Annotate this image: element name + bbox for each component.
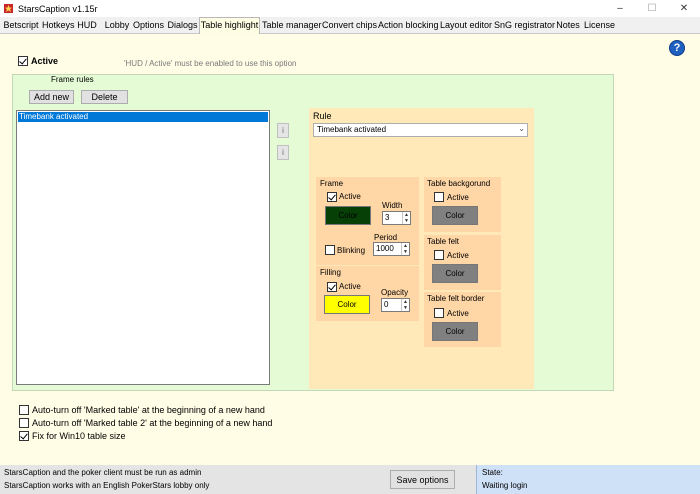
- close-icon: ✕: [679, 3, 689, 14]
- tab-layout-editor[interactable]: Layout editor: [440, 18, 492, 33]
- frame-color-button[interactable]: Color: [325, 206, 371, 225]
- rules-listbox[interactable]: Timebank activated: [16, 110, 270, 385]
- minimize-button[interactable]: –: [604, 0, 636, 17]
- option-checkbox[interactable]: [19, 431, 29, 441]
- active-checkbox[interactable]: [18, 56, 28, 66]
- status-line-1: StarsCaption and the poker client must b…: [4, 468, 202, 477]
- table-felt-border-title: Table felt border: [427, 294, 485, 303]
- frame-period-stepper[interactable]: 1000 ▲ ▼: [373, 242, 410, 256]
- minimize-icon: –: [617, 3, 623, 14]
- chevron-down-icon: ⌄: [518, 124, 525, 133]
- filling-title: Filling: [320, 268, 341, 277]
- spin-down-icon[interactable]: ▼: [402, 305, 409, 311]
- tab-convert-chips[interactable]: Convert chips: [322, 18, 377, 33]
- filling-opacity-label: Opacity: [381, 288, 409, 297]
- option-checkbox[interactable]: [19, 418, 29, 428]
- frame-active-checkbox[interactable]: [327, 192, 337, 202]
- spin-down-icon[interactable]: ▼: [403, 218, 410, 224]
- state-value: Waiting login: [482, 481, 528, 490]
- frame-active-label: Active: [339, 192, 361, 201]
- table-felt-border-color-button[interactable]: Color: [432, 322, 478, 341]
- tab-sng-registrator[interactable]: SnG registrator: [494, 18, 555, 33]
- title-bar: StarsCaption v1.15r – ☐ ✕: [0, 0, 700, 17]
- table-felt-border-active-checkbox[interactable]: [434, 308, 444, 318]
- filling-opacity-value: 0: [384, 300, 389, 309]
- tab-bar: Betscript Hotkeys HUD Lobby Options Dial…: [0, 17, 700, 34]
- active-hint: 'HUD / Active' must be enabled to use th…: [124, 59, 297, 68]
- table-felt-active-label: Active: [447, 251, 469, 260]
- frame-rules-label: Frame rules: [51, 75, 94, 84]
- list-item[interactable]: Timebank activated: [18, 112, 268, 122]
- tab-options[interactable]: Options: [132, 18, 165, 33]
- delete-button[interactable]: Delete: [81, 90, 128, 104]
- app-icon: [4, 4, 13, 13]
- maximize-icon: ☐: [647, 3, 657, 14]
- state-label: State:: [482, 468, 503, 477]
- frame-blinking-checkbox[interactable]: [325, 245, 335, 255]
- table-felt-color-button[interactable]: Color: [432, 264, 478, 283]
- table-background-active-label: Active: [447, 193, 469, 202]
- table-felt-border-active-label: Active: [447, 309, 469, 318]
- save-options-button[interactable]: Save options: [390, 470, 455, 489]
- rule-label: Rule: [313, 111, 332, 121]
- tab-lobby[interactable]: Lobby: [104, 18, 130, 33]
- table-background-color-button[interactable]: Color: [432, 206, 478, 225]
- status-bar: StarsCaption and the poker client must b…: [0, 465, 700, 494]
- tab-table-manager[interactable]: Table manager: [262, 18, 322, 33]
- tab-license[interactable]: License: [584, 18, 615, 33]
- move-down-icon: i: [282, 148, 284, 157]
- frame-title: Frame: [320, 179, 344, 188]
- frame-period-value: 1000: [376, 244, 394, 253]
- window-title: StarsCaption v1.15r: [18, 3, 98, 14]
- option-label: Auto-turn off 'Marked table' at the begi…: [32, 405, 265, 415]
- table-felt-active-checkbox[interactable]: [434, 250, 444, 260]
- active-label: Active: [31, 56, 59, 66]
- status-line-2: StarsCaption works with an English Poker…: [4, 481, 210, 490]
- tab-table-highlight[interactable]: Table highlight: [199, 17, 260, 34]
- option-label: Auto-turn off 'Marked table 2' at the be…: [32, 418, 273, 428]
- frame-period-label: Period: [374, 233, 398, 242]
- option-label: Fix for Win10 table size: [32, 431, 126, 441]
- table-background-active-checkbox[interactable]: [434, 192, 444, 202]
- filling-active-label: Active: [339, 282, 361, 291]
- spin-down-icon[interactable]: ▼: [402, 249, 409, 255]
- move-down-button[interactable]: i: [277, 145, 289, 160]
- option-checkbox[interactable]: [19, 405, 29, 415]
- add-new-button[interactable]: Add new: [29, 90, 74, 104]
- table-highlight-page: ? Active 'HUD / Active' must be enabled …: [0, 34, 700, 465]
- tab-hud[interactable]: HUD: [76, 18, 98, 33]
- tab-notes[interactable]: Notes: [556, 18, 580, 33]
- filling-active-checkbox[interactable]: [327, 282, 337, 292]
- move-up-button[interactable]: i: [277, 123, 289, 138]
- filling-opacity-stepper[interactable]: 0 ▲ ▼: [381, 298, 410, 312]
- close-button[interactable]: ✕: [668, 0, 700, 17]
- table-background-title: Table backgorund: [427, 179, 491, 188]
- tab-action-blocking[interactable]: Action blocking: [378, 18, 439, 33]
- frame-width-value: 3: [385, 213, 390, 222]
- tab-betscript[interactable]: Betscript: [2, 18, 40, 33]
- table-felt-title: Table felt: [427, 237, 460, 246]
- maximize-button[interactable]: ☐: [636, 0, 668, 17]
- help-icon[interactable]: ?: [669, 40, 685, 56]
- frame-width-stepper[interactable]: 3 ▲ ▼: [382, 211, 411, 225]
- frame-width-label: Width: [382, 201, 403, 210]
- rule-dropdown-value: Timebank activated: [317, 125, 387, 134]
- tab-hotkeys[interactable]: Hotkeys: [42, 18, 75, 33]
- move-up-icon: i: [282, 126, 284, 135]
- frame-blinking-label: Blinking: [337, 246, 366, 255]
- filling-color-button[interactable]: Color: [324, 295, 370, 314]
- state-panel: State: Waiting login: [476, 465, 700, 494]
- tab-dialogs[interactable]: Dialogs: [167, 18, 198, 33]
- rule-dropdown[interactable]: Timebank activated ⌄: [313, 123, 528, 137]
